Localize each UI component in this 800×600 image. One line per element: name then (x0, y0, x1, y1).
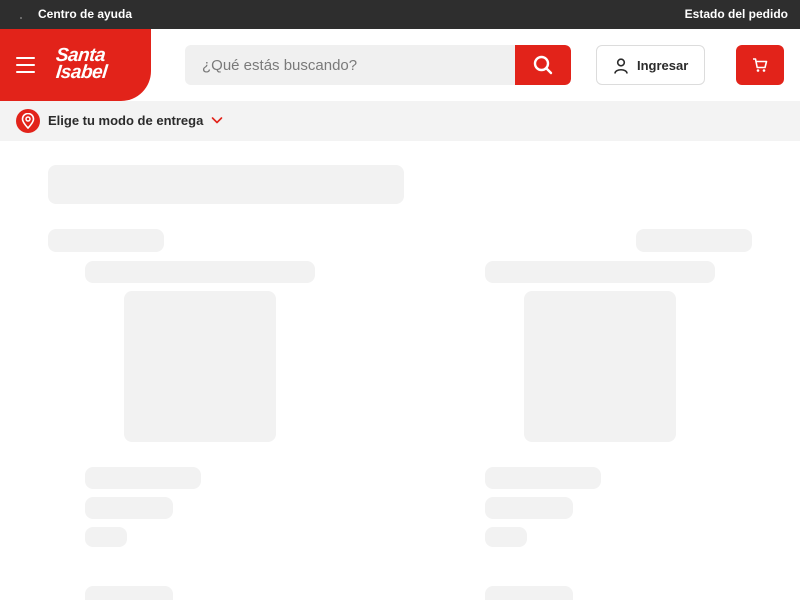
skeleton-product-image (124, 291, 276, 442)
skeleton-text-line (85, 527, 127, 547)
santa-isabel-logo[interactable]: Santa Isabel (53, 45, 109, 83)
page: Centro de ayuda Estado del pedido Santa … (0, 0, 800, 600)
login-label: Ingresar (637, 58, 689, 73)
skeleton-title (48, 165, 404, 204)
skeleton-text-line (485, 527, 527, 547)
location-pin-icon (16, 109, 40, 133)
help-center-link[interactable]: Centro de ayuda (38, 7, 132, 21)
skeleton-product-image (524, 291, 676, 442)
skeleton-button (485, 586, 573, 600)
search-input[interactable] (185, 45, 515, 85)
cart-icon (753, 58, 768, 72)
order-status-link[interactable]: Estado del pedido (685, 7, 788, 21)
topbar-dot (20, 17, 22, 19)
delivery-mode-bar[interactable]: Elige tu modo de entrega (0, 101, 800, 141)
skeleton-tag-left (48, 229, 164, 252)
hamburger-menu-icon[interactable] (16, 57, 35, 73)
site-header: Santa Isabel Ingresar (0, 29, 800, 101)
delivery-mode-label[interactable]: Elige tu modo de entrega (48, 113, 203, 128)
login-button[interactable]: Ingresar (596, 45, 705, 85)
skeleton-tag-right (636, 229, 752, 252)
search-bar (185, 45, 571, 85)
skeleton-card-heading (485, 261, 715, 283)
skeleton-text-line (85, 467, 201, 489)
skeleton-text-line (85, 497, 173, 519)
skeleton-text-line (485, 497, 573, 519)
user-icon (614, 58, 628, 74)
brand-block: Santa Isabel (0, 29, 151, 101)
search-icon (533, 55, 553, 75)
chevron-down-icon[interactable] (211, 116, 223, 125)
skeleton-card-heading (85, 261, 315, 283)
skeleton-text-line (485, 467, 601, 489)
logo-line-2: Isabel (55, 62, 109, 83)
cart-button[interactable] (736, 45, 784, 85)
search-button[interactable] (515, 45, 571, 85)
skeleton-button (85, 586, 173, 600)
top-utility-bar: Centro de ayuda Estado del pedido (0, 0, 800, 29)
